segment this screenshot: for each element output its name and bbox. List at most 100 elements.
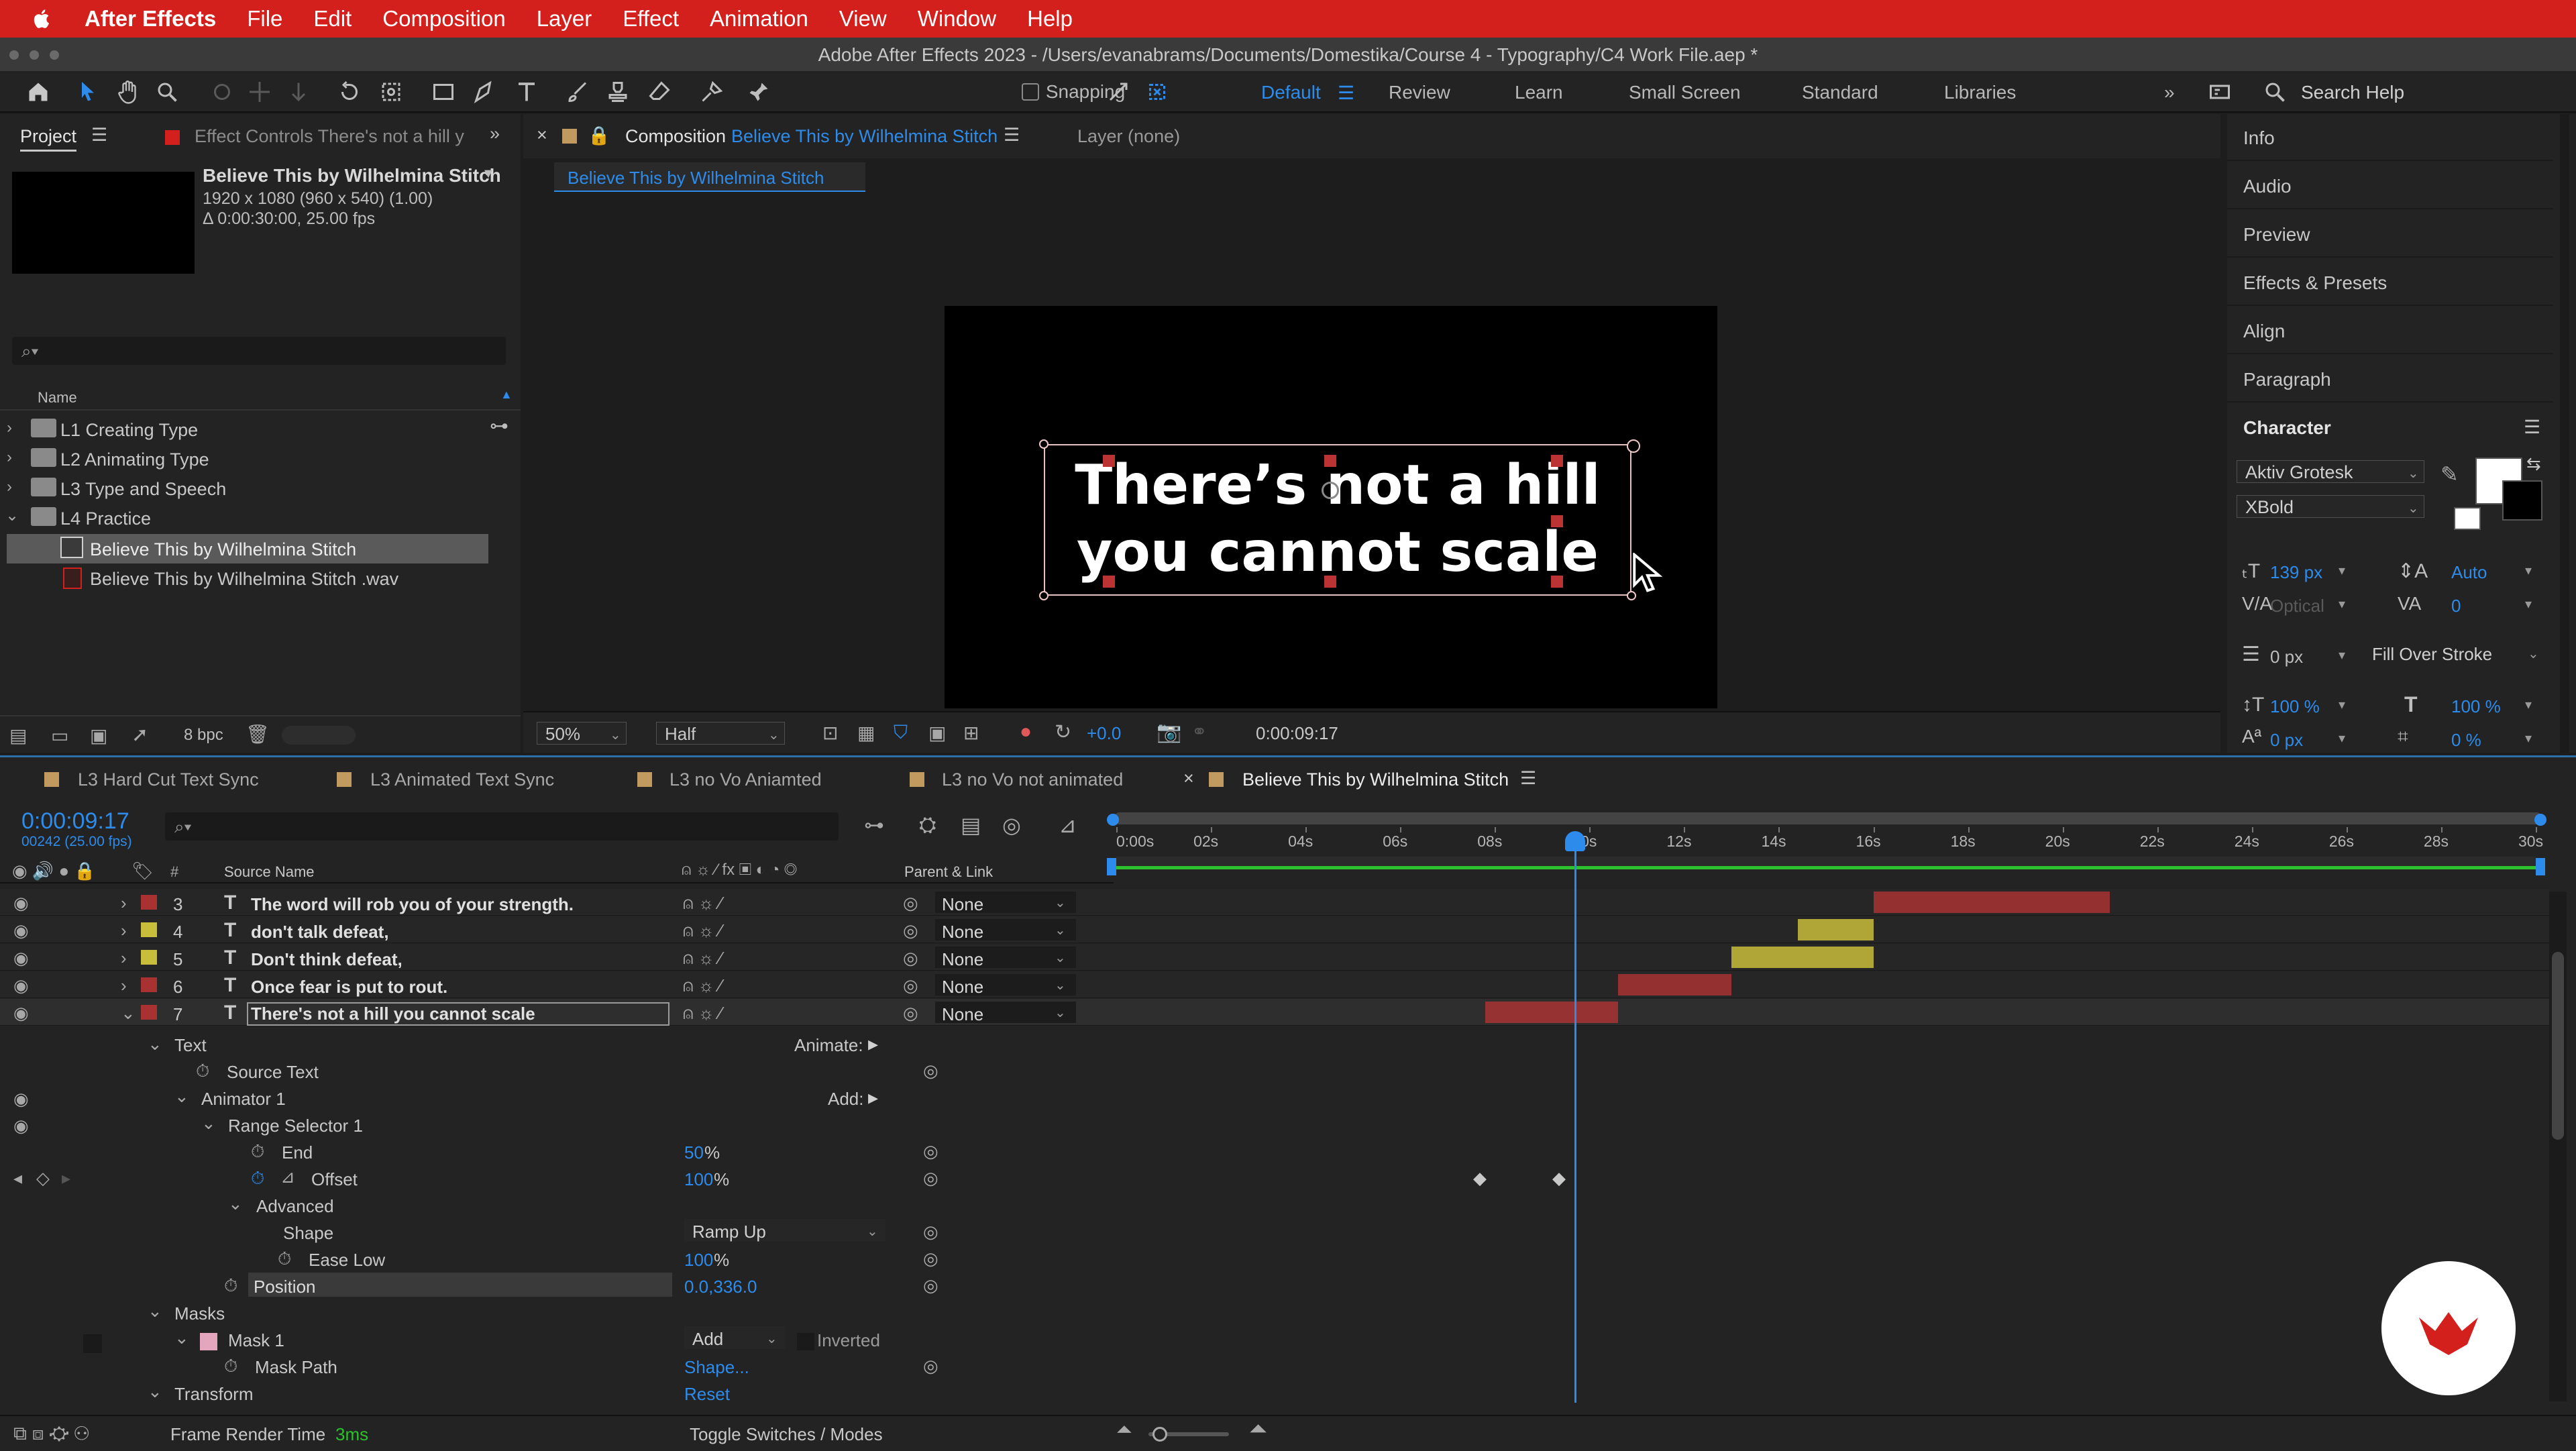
layer-duration-bar[interactable] [1617, 974, 1731, 996]
project-folder-l4[interactable]: ⌄ L4 Practice [0, 503, 521, 533]
work-area-end[interactable] [2536, 858, 2545, 875]
panel-preview[interactable]: Preview [2227, 211, 2553, 258]
chevron-down-icon[interactable]: ▾ [2525, 696, 2532, 713]
chevron-down-icon[interactable]: ▾ [2525, 596, 2532, 612]
bbox-handle[interactable] [1039, 591, 1049, 600]
parent-pickwhip-icon[interactable]: ◎ [903, 975, 918, 996]
layer-name[interactable]: Once fear is put to rout. [251, 977, 447, 998]
expand-arrow-icon[interactable]: › [7, 448, 12, 467]
fast-preview-icon[interactable]: ⊡ [822, 722, 838, 744]
expression-pickwhip-icon[interactable]: ◎ [923, 1061, 938, 1081]
timeline-tab-active[interactable]: Believe This by Wilhelmina Stitch [1242, 769, 1509, 790]
panel-audio[interactable]: Audio [2227, 162, 2553, 209]
layer-label-color[interactable] [141, 922, 157, 937]
menu-window[interactable]: Window [918, 6, 996, 32]
project-folder-l2[interactable]: › L2 Animating Type [0, 444, 521, 474]
expression-pickwhip-icon[interactable]: ◎ [923, 1275, 938, 1296]
panel-toggle-icon[interactable] [2206, 78, 2234, 106]
prop-position[interactable]: Position [254, 1277, 316, 1297]
parent-pickwhip-icon[interactable]: ◎ [903, 893, 918, 914]
workspace-overflow-icon[interactable]: » [2164, 82, 2175, 103]
stopwatch-icon[interactable]: ⏱ [224, 1275, 237, 1297]
font-size-value[interactable]: 139 px [2270, 562, 2322, 583]
snapshot-icon[interactable]: 📷 [1157, 720, 1181, 744]
sort-icon[interactable]: ▲ [500, 388, 513, 402]
mask-visibility-icon[interactable]: ⛉ [894, 722, 908, 744]
timeline-tab-menu-icon[interactable]: ☰ [1520, 768, 1536, 789]
tab-effect-controls[interactable]: Effect Controls There's not a hill y [195, 126, 464, 147]
expression-pickwhip-icon[interactable]: ◎ [923, 1168, 938, 1189]
clone-stamp-icon[interactable] [604, 78, 632, 106]
work-area-bar[interactable] [1116, 857, 2536, 866]
timeline-tab-2[interactable]: L3 Animated Text Sync [370, 769, 554, 790]
bbox-handle[interactable] [1627, 439, 1640, 453]
collapse-arrow-icon[interactable]: ⌄ [5, 506, 19, 525]
keyframe-diamond[interactable]: ◆ [1473, 1168, 1487, 1189]
resolution-dropdown[interactable]: Half ⌄ [656, 722, 785, 745]
zoom-in-icon[interactable]: ⏶ [1249, 1416, 1267, 1442]
rotation-tool-icon[interactable] [335, 78, 364, 106]
transform-reset-link[interactable]: Reset [684, 1384, 730, 1405]
layer-duration-bar[interactable] [1485, 1002, 1618, 1023]
panel-overflow-icon[interactable]: » [490, 123, 500, 144]
shape-dropdown[interactable]: Ramp Up ⌄ [684, 1219, 885, 1242]
time-navigator[interactable] [1114, 812, 2542, 824]
layer-label-color[interactable] [141, 1005, 157, 1020]
collapse-arrow-icon[interactable]: ⌄ [174, 1328, 189, 1348]
prop-advanced[interactable]: Advanced [256, 1196, 334, 1217]
animate-label[interactable]: Animate: [794, 1035, 863, 1056]
mask-vertex[interactable] [1551, 515, 1563, 527]
prop-mask-path-value[interactable]: Shape... [684, 1357, 749, 1378]
pen-tool-icon[interactable] [471, 78, 499, 106]
parent-link-column[interactable]: Parent & Link [904, 863, 993, 881]
chevron-down-icon[interactable]: ▾ [2339, 696, 2345, 713]
menu-composition[interactable]: Composition [382, 6, 505, 32]
layer-row[interactable]: ◉ › 4 Tdon't talk defeat, ⍝ ☼ ⁄ ◎ None ⌄ [0, 916, 2549, 943]
mask-vertex[interactable] [1324, 576, 1336, 588]
workspace-menu-icon[interactable]: ☰ [1338, 82, 1354, 104]
prop-offset[interactable]: Offset [311, 1169, 358, 1190]
flowchart-icon[interactable]: ⊶ [490, 415, 508, 437]
new-folder-icon[interactable]: ▭ [51, 724, 68, 747]
workspace-learn[interactable]: Learn [1515, 82, 1563, 103]
layer-name[interactable]: There's not a hill you cannot scale [247, 1002, 669, 1026]
panel-align[interactable]: Align [2227, 307, 2553, 354]
layer-switches-icons[interactable]: ⍝ ☼ ⁄ [683, 893, 722, 914]
default-colors-icon[interactable] [2454, 507, 2481, 530]
collapse-arrow-icon[interactable]: ⌄ [174, 1086, 189, 1107]
search-help-input[interactable]: Search Help [2301, 82, 2404, 103]
timeline-tab-3[interactable]: L3 no Vo Aniamted [669, 769, 822, 790]
snap-target-icon[interactable] [1143, 78, 1171, 106]
project-tab-menu-icon[interactable]: ☰ [91, 125, 107, 146]
anchor-point-icon[interactable] [1322, 482, 1339, 499]
layer-duration-bar[interactable] [1873, 892, 2110, 913]
interpret-footage-icon[interactable]: ▤ [9, 724, 27, 747]
region-of-interest-icon[interactable]: ▣ [928, 722, 946, 744]
zoom-dropdown[interactable]: 50% ⌄ [537, 722, 627, 745]
render-queue-icon[interactable]: ➚ [131, 723, 148, 747]
thumbnail-slider[interactable] [282, 726, 356, 745]
stroke-width-value[interactable]: 0 px [2270, 647, 2303, 667]
prop-text[interactable]: Text [174, 1035, 207, 1056]
exposure-value[interactable]: +0.0 [1087, 723, 1121, 744]
inverted-checkbox[interactable] [797, 1333, 814, 1350]
stopwatch-active-icon[interactable]: ⏱ [251, 1168, 264, 1189]
layer-row[interactable]: ◉ ⌄ 7 T There's not a hill you cannot scale ⍝… [0, 999, 2549, 1026]
expand-arrow-icon[interactable]: › [121, 948, 127, 969]
source-name-column[interactable]: Source Name [224, 863, 315, 881]
time-navigator-start-handle[interactable] [1107, 814, 1119, 826]
layer-label-color[interactable] [141, 977, 157, 992]
menu-app[interactable]: After Effects [85, 6, 216, 32]
mask-color-swatch[interactable] [200, 1333, 217, 1350]
layer-label-color[interactable] [141, 895, 157, 910]
timeline-tab-4[interactable]: L3 no Vo not animated [942, 769, 1123, 790]
expression-pickwhip-icon[interactable]: ◎ [923, 1222, 938, 1242]
prop-source-text[interactable]: Source Text [227, 1062, 319, 1083]
expand-arrow-icon[interactable]: › [121, 893, 127, 914]
panel-effects-presets[interactable]: Effects & Presets [2227, 259, 2553, 306]
expand-arrow-icon[interactable]: › [7, 478, 12, 496]
footer-switch-icons[interactable]: ⧉ ⧈ ⛮ ⚇ [13, 1423, 89, 1445]
kerning-value[interactable]: Optical [2270, 596, 2324, 616]
hand-tool-icon[interactable] [114, 78, 142, 106]
keyframe-diamond[interactable]: ◆ [1552, 1168, 1566, 1189]
